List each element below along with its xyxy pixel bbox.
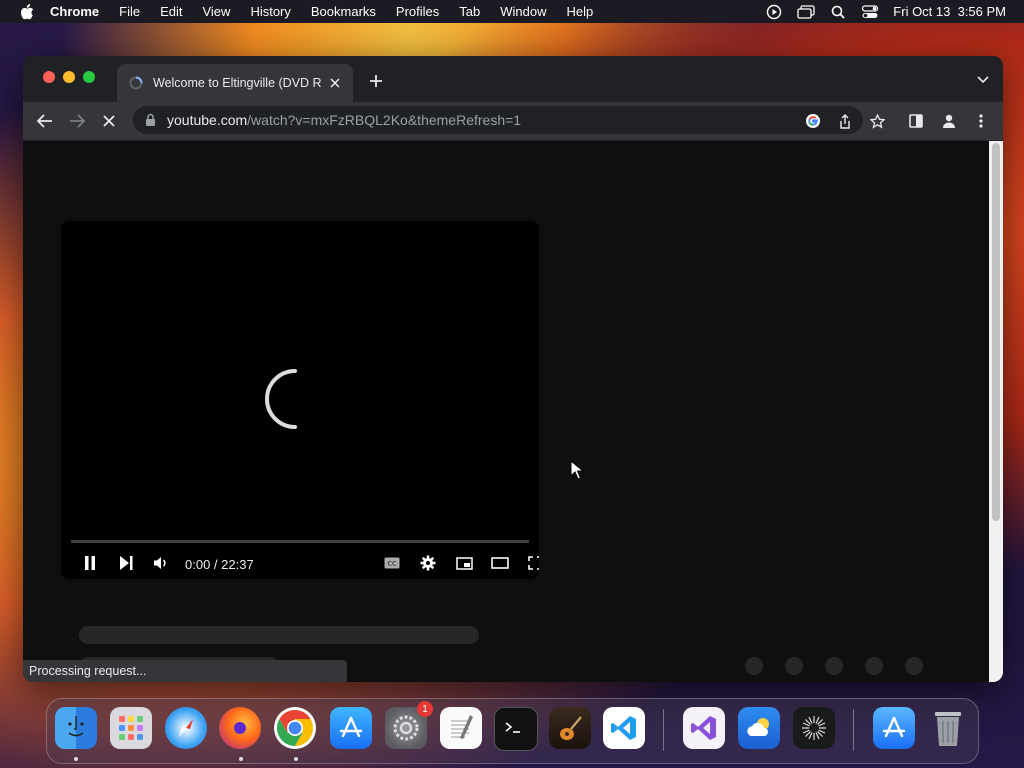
dock-chatgpt-icon[interactable] — [793, 707, 835, 749]
volume-icon[interactable] — [149, 552, 173, 574]
apple-menu-icon[interactable] — [18, 3, 36, 21]
menu-edit[interactable]: Edit — [160, 4, 182, 19]
tab-title: Welcome to Eltingville (DVD R — [153, 76, 322, 90]
dock-terminal-icon[interactable] — [494, 707, 538, 751]
action-placeholders — [745, 657, 923, 675]
page-content: 0:00 / 22:37 CC — [23, 141, 989, 682]
settings-gear-icon[interactable] — [416, 552, 440, 574]
loading-favicon-icon — [129, 76, 143, 90]
chrome-window: Welcome to Eltingville (DVD R youtube.co… — [23, 56, 1003, 682]
fullscreen-button[interactable] — [523, 552, 539, 574]
share-icon[interactable] — [832, 108, 858, 134]
placeholder-dot — [865, 657, 883, 675]
running-indicator — [294, 757, 298, 761]
tab-close-icon[interactable] — [325, 73, 345, 93]
dock-safari-icon[interactable] — [165, 707, 207, 749]
menu-file[interactable]: File — [119, 4, 140, 19]
dock: 1 — [46, 698, 979, 764]
minimize-window-button[interactable] — [63, 71, 75, 83]
placeholder-dot — [905, 657, 923, 675]
status-area: Fri Oct 13 3:56 PM — [765, 0, 1006, 23]
address-bar[interactable]: youtube.com /watch?v=mxFzRBQL2Ko&themeRe… — [133, 106, 863, 134]
back-button[interactable] — [32, 108, 58, 134]
dock-vscode-icon[interactable] — [603, 707, 645, 749]
menu-window[interactable]: Window — [500, 4, 546, 19]
placeholder-dot — [745, 657, 763, 675]
svg-text:CC: CC — [387, 560, 397, 568]
tab-search-chevron-icon[interactable] — [973, 70, 993, 90]
dock-app-store-icon[interactable] — [330, 707, 372, 749]
status-bubble: Processing request... — [23, 660, 347, 682]
next-video-button[interactable] — [114, 552, 138, 574]
tab-strip: Welcome to Eltingville (DVD R — [23, 56, 1003, 102]
dock-chrome-icon[interactable] — [274, 707, 316, 749]
pause-button[interactable] — [78, 552, 102, 574]
time-display: 0:00 / 22:37 — [185, 557, 254, 572]
dock-visual-studio-icon[interactable] — [683, 707, 725, 749]
window-stack-icon[interactable] — [797, 4, 815, 20]
video-player[interactable]: 0:00 / 22:37 CC — [61, 221, 539, 579]
video-progress-bar[interactable] — [71, 540, 529, 543]
dock-textedit-icon[interactable] — [440, 707, 482, 749]
dock-launchpad-icon[interactable] — [110, 707, 152, 749]
bookmark-star-icon[interactable] — [864, 108, 890, 134]
spotlight-search-icon[interactable] — [829, 4, 847, 20]
page-scrollbar[interactable] — [989, 141, 1003, 682]
profile-avatar-icon[interactable] — [936, 108, 962, 134]
forward-button[interactable] — [64, 108, 90, 134]
lock-icon[interactable] — [145, 113, 159, 127]
clock[interactable]: Fri Oct 13 3:56 PM — [893, 4, 1006, 19]
dock-trash-icon[interactable] — [927, 707, 969, 749]
menu-help[interactable]: Help — [567, 4, 594, 19]
running-indicator — [239, 757, 243, 761]
dock-system-settings-icon[interactable]: 1 — [385, 701, 433, 749]
google-lens-icon[interactable] — [800, 108, 826, 134]
dock-downloads-stack-icon[interactable] — [873, 707, 915, 749]
tab-active[interactable]: Welcome to Eltingville (DVD R — [117, 64, 353, 102]
chrome-menu-icon[interactable] — [968, 108, 994, 134]
dock-firefox-icon[interactable] — [219, 707, 261, 749]
dock-finder-icon[interactable] — [55, 707, 97, 749]
browser-toolbar: youtube.com /watch?v=mxFzRBQL2Ko&themeRe… — [23, 102, 1003, 140]
menu-history[interactable]: History — [250, 4, 290, 19]
dock-separator — [853, 709, 854, 751]
url-path: /watch?v=mxFzRBQL2Ko&themeRefresh=1 — [247, 112, 522, 128]
menu-app-name[interactable]: Chrome — [50, 4, 99, 19]
menu-view[interactable]: View — [202, 4, 230, 19]
subtitles-button[interactable]: CC — [380, 552, 404, 574]
close-window-button[interactable] — [43, 71, 55, 83]
dock-separator — [663, 709, 664, 751]
loading-spinner-icon — [265, 369, 297, 429]
theater-mode-button[interactable] — [488, 552, 512, 574]
zoom-window-button[interactable] — [83, 71, 95, 83]
dock-weather-icon[interactable] — [738, 707, 780, 749]
scrollbar-thumb[interactable] — [992, 143, 1000, 521]
screen-record-icon[interactable] — [765, 4, 783, 20]
menu-bookmarks[interactable]: Bookmarks — [311, 4, 376, 19]
stop-loading-button[interactable] — [96, 108, 122, 134]
new-tab-button[interactable] — [365, 70, 387, 92]
menu-tab[interactable]: Tab — [459, 4, 480, 19]
url-host: youtube.com — [167, 112, 248, 128]
running-indicator — [74, 757, 78, 761]
dock-garageband-icon[interactable] — [549, 707, 591, 749]
menu-profiles[interactable]: Profiles — [396, 4, 439, 19]
title-placeholder — [79, 626, 479, 644]
placeholder-dot — [785, 657, 803, 675]
placeholder-dot — [825, 657, 843, 675]
control-center-icon[interactable] — [861, 4, 879, 20]
menu-bar: Chrome File Edit View History Bookmarks … — [0, 0, 1024, 23]
side-panel-icon[interactable] — [903, 108, 929, 134]
miniplayer-button[interactable] — [452, 552, 476, 574]
mouse-cursor-icon — [570, 460, 584, 480]
notification-badge: 1 — [417, 701, 433, 717]
